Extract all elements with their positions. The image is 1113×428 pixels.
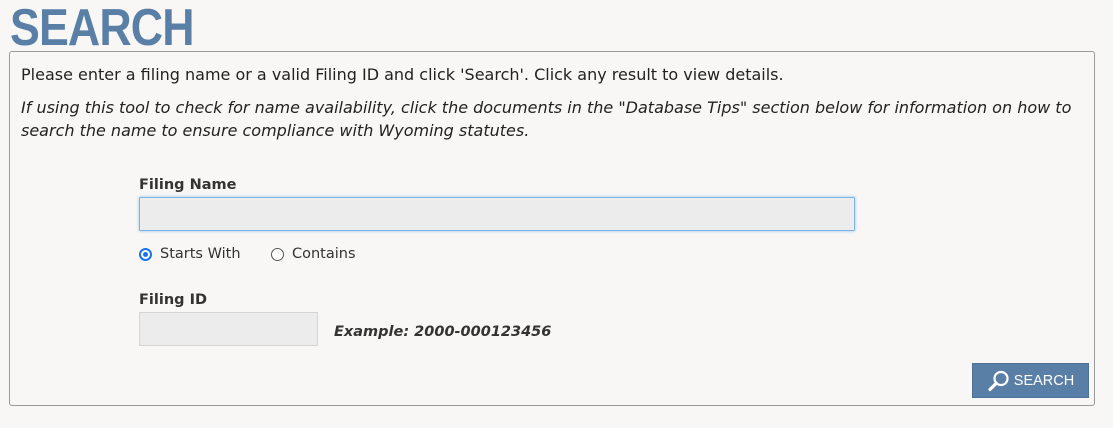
contains-option[interactable]: Contains <box>271 246 356 262</box>
filing-id-input[interactable] <box>139 312 318 346</box>
contains-label: Contains <box>292 246 356 262</box>
filing-id-example: Example: 2000-000123456 <box>334 324 552 340</box>
search-button[interactable]: SEARCH <box>972 363 1089 398</box>
contains-radio[interactable] <box>271 247 284 261</box>
magnifier-icon <box>987 369 1011 393</box>
search-panel: Please enter a filing name or a valid Fi… <box>9 51 1095 406</box>
filing-name-input[interactable] <box>139 197 855 231</box>
name-availability-tip: If using this tool to check for name ava… <box>21 98 1072 140</box>
intro-text: Please enter a filing name or a valid Fi… <box>21 65 784 84</box>
search-button-label: SEARCH <box>1013 372 1075 389</box>
starts-with-option[interactable]: Starts With <box>139 246 241 262</box>
filing-name-label: Filing Name <box>139 177 237 193</box>
starts-with-radio[interactable] <box>139 247 152 261</box>
filing-id-label: Filing ID <box>139 292 207 308</box>
starts-with-label: Starts With <box>160 246 241 262</box>
page-title: SEARCH <box>10 0 195 57</box>
